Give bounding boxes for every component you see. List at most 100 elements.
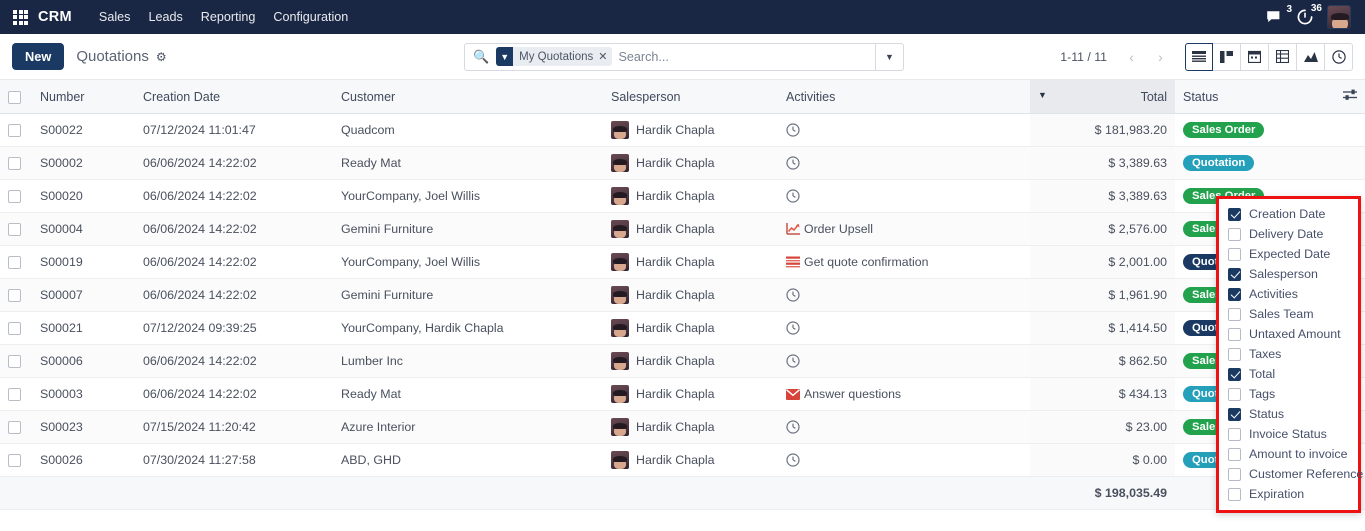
nav-menu-reporting[interactable]: Reporting: [192, 5, 265, 29]
row-checkbox[interactable]: [8, 388, 21, 401]
search-bar[interactable]: 🔍 ▼ My Quotations ✕ ▼: [464, 43, 904, 71]
table-row[interactable]: S0002207/12/2024 11:01:47QuadcomHardik C…: [0, 114, 1365, 147]
table-row[interactable]: S0000706/06/2024 14:22:02Gemini Furnitur…: [0, 279, 1365, 312]
row-checkbox[interactable]: [8, 124, 21, 137]
apps-grid-icon[interactable]: [13, 10, 28, 25]
table-row[interactable]: S0001906/06/2024 14:22:02YourCompany, Jo…: [0, 246, 1365, 279]
column-option-checkbox[interactable]: [1228, 308, 1241, 321]
pager-previous-button[interactable]: ‹: [1117, 43, 1146, 71]
cell-activities[interactable]: [778, 411, 1030, 444]
column-option-status[interactable]: Status: [1219, 404, 1358, 424]
table-row[interactable]: S0000306/06/2024 14:22:02Ready MatHardik…: [0, 378, 1365, 411]
cell-activities[interactable]: [778, 147, 1030, 180]
row-checkbox[interactable]: [8, 190, 21, 203]
activity-view-button[interactable]: [1325, 43, 1353, 71]
column-option-checkbox[interactable]: [1228, 208, 1241, 221]
close-x-icon[interactable]: ✕: [598, 50, 612, 63]
column-option-checkbox[interactable]: [1228, 368, 1241, 381]
column-option-checkbox[interactable]: [1228, 248, 1241, 261]
cell-activities[interactable]: [778, 312, 1030, 345]
cell-activities[interactable]: Order Upsell: [778, 213, 1030, 246]
app-brand-crm[interactable]: CRM: [38, 9, 72, 25]
column-option-checkbox[interactable]: [1228, 488, 1241, 501]
header-customer[interactable]: Customer: [333, 80, 603, 114]
gear-icon[interactable]: ⚙: [156, 50, 167, 64]
search-input[interactable]: [618, 50, 875, 64]
column-option-untaxed-amount[interactable]: Untaxed Amount: [1219, 324, 1358, 344]
cell-total: $ 1,961.90: [1030, 279, 1175, 312]
column-option-tags[interactable]: Tags: [1219, 384, 1358, 404]
row-checkbox[interactable]: [8, 322, 21, 335]
table-row[interactable]: S0002607/30/2024 11:27:58ABD, GHDHardik …: [0, 444, 1365, 477]
cell-activities[interactable]: Get quote confirmation: [778, 246, 1030, 279]
column-option-checkbox[interactable]: [1228, 228, 1241, 241]
pager-next-button[interactable]: ›: [1146, 43, 1175, 71]
row-checkbox[interactable]: [8, 223, 21, 236]
nav-menu-leads[interactable]: Leads: [139, 5, 191, 29]
column-option-checkbox[interactable]: [1228, 408, 1241, 421]
column-option-invoice-status[interactable]: Invoice Status: [1219, 424, 1358, 444]
cell-activities[interactable]: [778, 345, 1030, 378]
column-option-sales-team[interactable]: Sales Team: [1219, 304, 1358, 324]
row-checkbox[interactable]: [8, 157, 21, 170]
table-row[interactable]: S0000206/06/2024 14:22:02Ready MatHardik…: [0, 147, 1365, 180]
column-option-checkbox[interactable]: [1228, 448, 1241, 461]
column-option-checkbox[interactable]: [1228, 428, 1241, 441]
cell-activities[interactable]: [778, 180, 1030, 213]
search-dropdown-toggle[interactable]: ▼: [875, 44, 903, 70]
user-avatar[interactable]: [1327, 5, 1351, 29]
pivot-view-button[interactable]: [1269, 43, 1297, 71]
header-status[interactable]: Status: [1175, 80, 1335, 114]
column-option-checkbox[interactable]: [1228, 388, 1241, 401]
calendar-view-button[interactable]: [1241, 43, 1269, 71]
activities-button[interactable]: 36: [1297, 9, 1313, 25]
new-button[interactable]: New: [12, 43, 64, 70]
nav-menu-sales[interactable]: Sales: [90, 5, 140, 29]
cell-activities[interactable]: [778, 444, 1030, 477]
column-option-checkbox[interactable]: [1228, 268, 1241, 281]
messages-button[interactable]: 3: [1266, 10, 1283, 25]
table-row[interactable]: S0002006/06/2024 14:22:02YourCompany, Jo…: [0, 180, 1365, 213]
table-row[interactable]: S0002307/15/2024 11:20:42Azure InteriorH…: [0, 411, 1365, 444]
row-checkbox[interactable]: [8, 454, 21, 467]
column-option-customer-reference[interactable]: Customer Reference: [1219, 464, 1358, 484]
header-total[interactable]: ▼ Total: [1030, 80, 1175, 114]
graph-view-button[interactable]: [1297, 43, 1325, 71]
row-checkbox[interactable]: [8, 355, 21, 368]
table-row[interactable]: S0000406/06/2024 14:22:02Gemini Furnitur…: [0, 213, 1365, 246]
column-option-checkbox[interactable]: [1228, 468, 1241, 481]
header-activities[interactable]: Activities: [778, 80, 1030, 114]
search-facet-my-quotations[interactable]: ▼ My Quotations ✕: [496, 47, 612, 66]
column-option-activities[interactable]: Activities: [1219, 284, 1358, 304]
kanban-view-button[interactable]: [1213, 43, 1241, 71]
cell-activities[interactable]: Answer questions: [778, 378, 1030, 411]
nav-menu-configuration[interactable]: Configuration: [264, 5, 357, 29]
column-option-expiration[interactable]: Expiration: [1219, 484, 1358, 504]
column-option-checkbox[interactable]: [1228, 348, 1241, 361]
header-salesperson[interactable]: Salesperson: [603, 80, 778, 114]
cell-row-end: [1335, 147, 1365, 180]
cell-activities[interactable]: [778, 114, 1030, 147]
list-view-button[interactable]: [1185, 43, 1213, 71]
column-option-checkbox[interactable]: [1228, 288, 1241, 301]
row-checkbox[interactable]: [8, 289, 21, 302]
column-option-expected-date[interactable]: Expected Date: [1219, 244, 1358, 264]
column-option-amount-to-invoice[interactable]: Amount to invoice: [1219, 444, 1358, 464]
header-creation-date[interactable]: Creation Date: [135, 80, 333, 114]
column-option-checkbox[interactable]: [1228, 328, 1241, 341]
header-number[interactable]: Number: [32, 80, 135, 114]
column-option-total[interactable]: Total: [1219, 364, 1358, 384]
cell-activities[interactable]: [778, 279, 1030, 312]
column-option-creation-date[interactable]: Creation Date: [1219, 204, 1358, 224]
cell-creation-date: 06/06/2024 14:22:02: [135, 213, 333, 246]
row-checkbox[interactable]: [8, 421, 21, 434]
optional-columns-dropdown[interactable]: Creation DateDelivery DateExpected DateS…: [1216, 196, 1361, 513]
table-row[interactable]: S0000606/06/2024 14:22:02Lumber IncHardi…: [0, 345, 1365, 378]
table-row[interactable]: S0002107/12/2024 09:39:25YourCompany, Ha…: [0, 312, 1365, 345]
column-option-salesperson[interactable]: Salesperson: [1219, 264, 1358, 284]
column-option-delivery-date[interactable]: Delivery Date: [1219, 224, 1358, 244]
optional-columns-toggle[interactable]: [1335, 80, 1365, 114]
select-all-checkbox[interactable]: [8, 91, 21, 104]
row-checkbox[interactable]: [8, 256, 21, 269]
column-option-taxes[interactable]: Taxes: [1219, 344, 1358, 364]
